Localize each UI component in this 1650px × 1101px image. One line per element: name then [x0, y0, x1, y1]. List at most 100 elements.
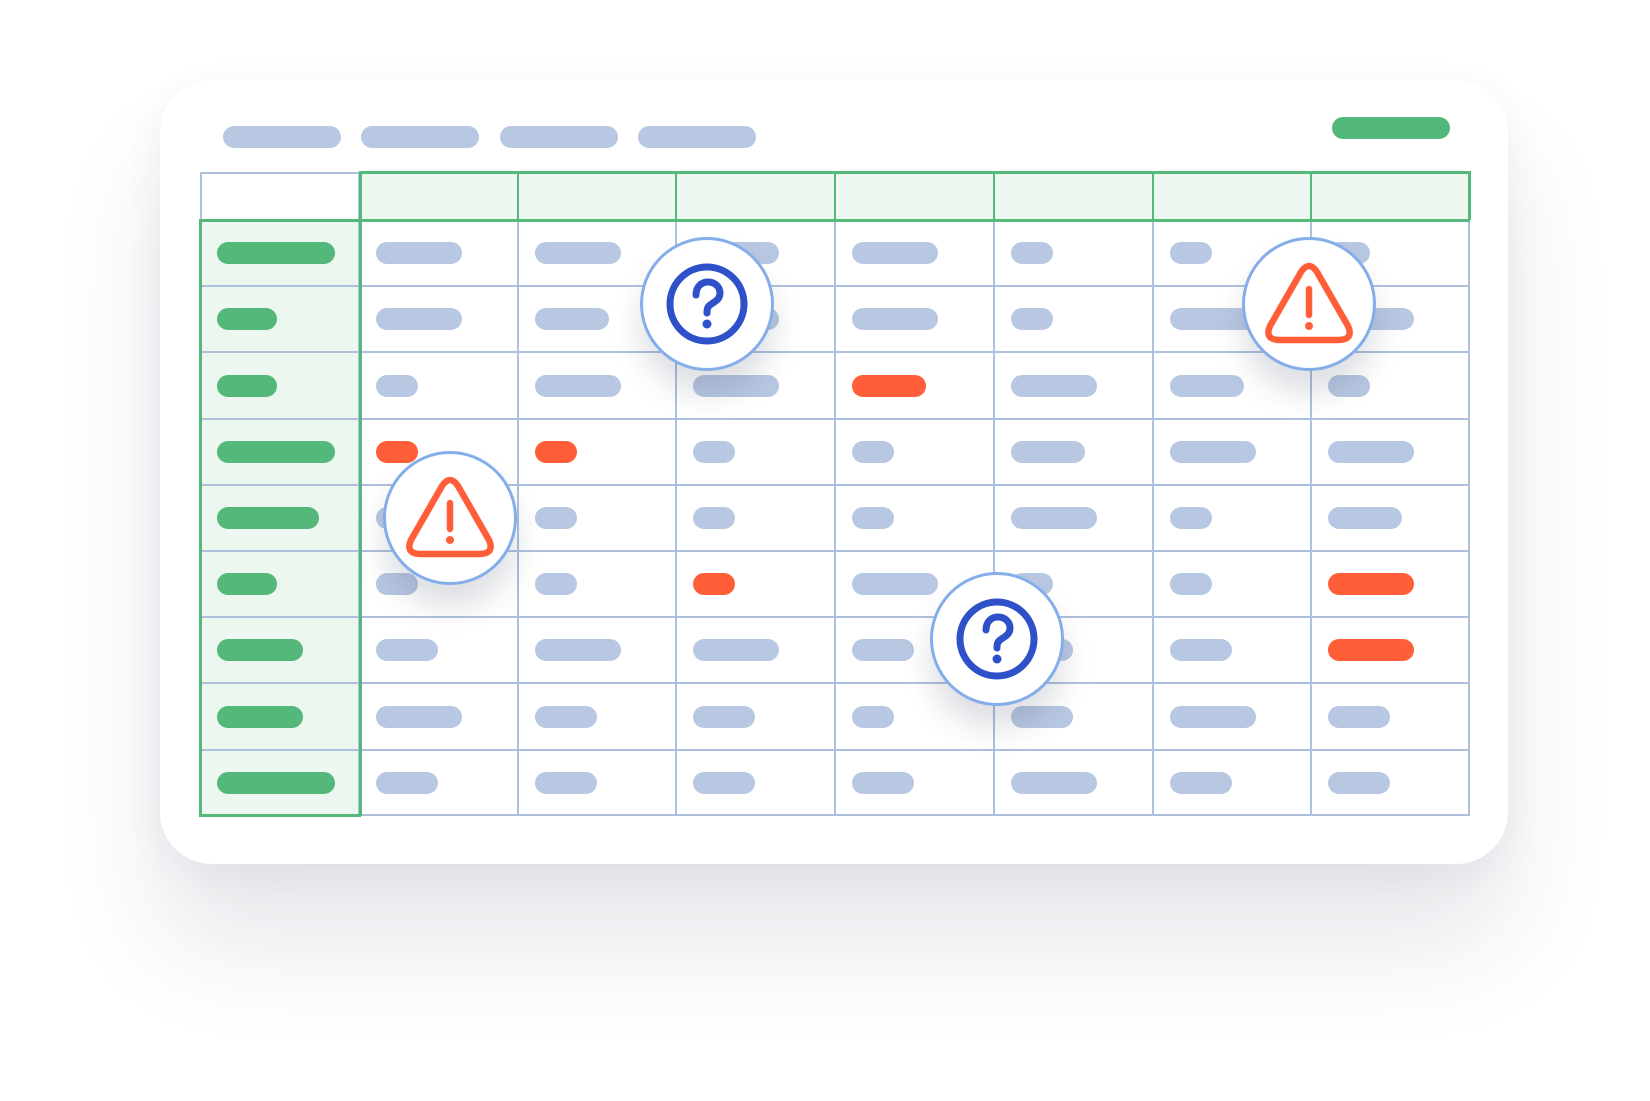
header-border: [516, 171, 519, 220]
row-header-label[interactable]: [217, 506, 319, 529]
cell-value[interactable]: [534, 374, 621, 397]
question-circle-icon: [666, 263, 748, 345]
cell-value[interactable]: [693, 639, 780, 662]
cell-value[interactable]: [375, 573, 418, 596]
toolbar-tab-4[interactable]: [638, 126, 756, 148]
grid-row-divider: [200, 417, 1470, 420]
cell-value[interactable]: [852, 308, 938, 331]
cell-value[interactable]: [375, 308, 462, 331]
header-border: [1310, 171, 1313, 220]
header-border: [834, 171, 836, 220]
column-header-row: [360, 172, 1470, 220]
flagged-cell-value[interactable]: [534, 440, 577, 463]
cell-value[interactable]: [534, 705, 597, 728]
header-border: [359, 171, 1470, 174]
grid-column-divider: [1151, 172, 1154, 816]
cell-value[interactable]: [1328, 506, 1403, 529]
cell-value[interactable]: [1169, 639, 1232, 662]
cell-value[interactable]: [1169, 506, 1212, 529]
cell-value[interactable]: [1169, 374, 1244, 397]
toolbar-tab-3[interactable]: [500, 126, 618, 148]
cell-value[interactable]: [534, 506, 577, 529]
cell-value[interactable]: [375, 374, 418, 397]
grid-row-divider: [200, 748, 1470, 751]
cell-value[interactable]: [693, 440, 736, 463]
question-badge[interactable]: [640, 237, 774, 371]
grid-border: [1468, 172, 1470, 816]
row-header-label[interactable]: [217, 771, 335, 794]
warning-badge[interactable]: [1242, 237, 1376, 371]
row-header-label[interactable]: [217, 242, 335, 265]
grid-column-divider: [834, 172, 836, 816]
question-badge[interactable]: [930, 572, 1064, 706]
header-border: [199, 814, 361, 817]
cell-value[interactable]: [852, 771, 914, 794]
toolbar-action-button[interactable]: [1332, 117, 1450, 139]
cell-value[interactable]: [852, 242, 938, 265]
header-border: [199, 219, 202, 816]
row-header-label[interactable]: [217, 440, 335, 463]
flagged-cell-value[interactable]: [693, 573, 736, 596]
cell-value[interactable]: [1010, 374, 1097, 397]
flagged-cell-value[interactable]: [1328, 573, 1415, 596]
toolbar-tab-2[interactable]: [361, 126, 479, 148]
row-header-label[interactable]: [217, 308, 277, 331]
cell-value[interactable]: [852, 639, 914, 662]
cell-value[interactable]: [534, 242, 621, 265]
question-circle-icon: [956, 598, 1038, 680]
cell-value[interactable]: [375, 639, 438, 662]
flagged-cell-value[interactable]: [375, 440, 418, 463]
cell-value[interactable]: [693, 771, 756, 794]
grid-row-divider: [200, 616, 1470, 619]
toolbar-tab-1[interactable]: [223, 126, 341, 148]
warning-triangle-icon: [1265, 262, 1353, 344]
cell-value[interactable]: [852, 440, 894, 463]
cell-value[interactable]: [534, 771, 597, 794]
flagged-cell-value[interactable]: [1328, 639, 1415, 662]
cell-value[interactable]: [693, 374, 780, 397]
cell-value[interactable]: [1169, 242, 1212, 265]
header-border: [675, 171, 678, 220]
warning-badge[interactable]: [383, 451, 517, 585]
cell-value[interactable]: [1328, 771, 1391, 794]
cell-value[interactable]: [534, 639, 621, 662]
cell-value[interactable]: [1328, 705, 1391, 728]
cell-value[interactable]: [375, 771, 438, 794]
cell-value[interactable]: [1169, 705, 1256, 728]
row-header-label[interactable]: [217, 374, 277, 397]
grid-column-divider: [992, 172, 995, 816]
cell-value[interactable]: [1010, 242, 1053, 265]
cell-value[interactable]: [1010, 308, 1053, 331]
grid-border: [200, 814, 1470, 816]
cell-value[interactable]: [375, 242, 462, 265]
header-border: [1151, 171, 1154, 220]
cell-value[interactable]: [852, 506, 894, 529]
stage: [0, 0, 1650, 1101]
cell-value[interactable]: [1010, 705, 1073, 728]
grid-row-divider: [200, 682, 1470, 685]
cell-value[interactable]: [1169, 440, 1256, 463]
row-header-label[interactable]: [217, 639, 303, 662]
cell-value[interactable]: [534, 573, 577, 596]
cell-value[interactable]: [1169, 771, 1232, 794]
row-header-label[interactable]: [217, 573, 277, 596]
cell-value[interactable]: [852, 573, 938, 596]
cell-value[interactable]: [1010, 506, 1097, 529]
cell-value[interactable]: [375, 705, 462, 728]
cell-value[interactable]: [1169, 573, 1212, 596]
cell-value[interactable]: [1010, 440, 1085, 463]
cell-value[interactable]: [693, 705, 756, 728]
cell-value[interactable]: [1328, 440, 1415, 463]
row-header-label[interactable]: [217, 705, 303, 728]
cell-value[interactable]: [693, 506, 736, 529]
cell-value[interactable]: [534, 308, 609, 331]
header-border: [1468, 171, 1471, 220]
warning-triangle-icon: [406, 476, 494, 558]
header-border: [359, 171, 362, 816]
flagged-cell-value[interactable]: [852, 374, 926, 397]
grid-column-divider: [516, 172, 519, 816]
cell-value[interactable]: [1328, 374, 1371, 397]
cell-value[interactable]: [852, 705, 894, 728]
cell-value[interactable]: [1010, 771, 1097, 794]
header-border: [992, 171, 995, 220]
